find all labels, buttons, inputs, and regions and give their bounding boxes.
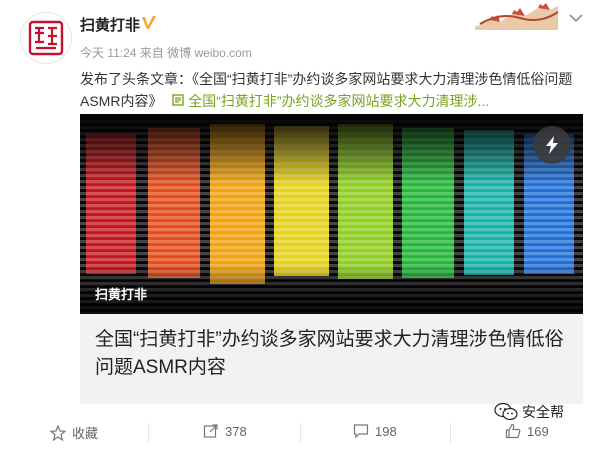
watermark: 安全帮 xyxy=(494,402,564,422)
article-card[interactable]: 扫黄打非 全国“扫黄打非”办约谈多家网站要求大力清理涉色情低俗问题ASMR内容 xyxy=(80,114,583,404)
article-title[interactable]: 全国“扫黄打非”办约谈多家网站要求大力清理涉色情低俗问题ASMR内容 xyxy=(95,326,565,382)
post-meta: 今天 11:24 来自 微博 weibo.com xyxy=(80,46,252,60)
divider xyxy=(300,423,301,443)
lightning-icon xyxy=(546,136,558,154)
post-text: 发布了头条文章：《全国“扫黄打非”办约谈多家网站要求大力清理涉色情低俗问题 AS… xyxy=(80,68,585,112)
article-link-icon xyxy=(172,90,185,112)
post-text-line1: 发布了头条文章：《全国“扫黄打非”办约谈多家网站要求大力清理涉色情低俗问题 xyxy=(80,71,573,87)
verified-badge-icon xyxy=(142,16,156,29)
seal-logo-icon xyxy=(28,20,64,56)
repost-icon xyxy=(203,424,218,438)
wechat-logo-icon xyxy=(494,402,518,421)
avatar[interactable] xyxy=(20,12,72,64)
thumbs-up-icon xyxy=(505,423,521,439)
favorite-button[interactable]: 收藏 xyxy=(50,423,98,442)
divider xyxy=(450,423,451,443)
great-wall-decoration-icon xyxy=(475,3,559,30)
repost-button[interactable]: 378 xyxy=(203,423,247,439)
comment-icon xyxy=(353,424,369,439)
cover-source-label: 扫黄打非 xyxy=(95,287,148,302)
article-cover-image: 扫黄打非 xyxy=(80,114,583,314)
watermark-text: 安全帮 xyxy=(522,404,564,420)
equalizer-bars-image xyxy=(80,114,583,314)
chevron-down-icon[interactable] xyxy=(568,12,584,24)
repost-count: 378 xyxy=(225,423,247,439)
favorite-label: 收藏 xyxy=(72,426,99,441)
instant-view-button[interactable] xyxy=(533,126,571,164)
like-count: 169 xyxy=(527,423,549,439)
article-link[interactable]: 全国“扫黄打非”办约谈多家网站要求大力清理涉... xyxy=(188,93,489,109)
divider xyxy=(148,423,149,443)
like-button[interactable]: 169 xyxy=(505,423,549,439)
comment-button[interactable]: 198 xyxy=(353,423,397,439)
post-text-line2: ASMR内容》 xyxy=(80,93,163,109)
star-icon xyxy=(50,424,66,441)
comment-count: 198 xyxy=(375,423,397,439)
user-name[interactable]: 扫黄打非 xyxy=(80,14,140,35)
